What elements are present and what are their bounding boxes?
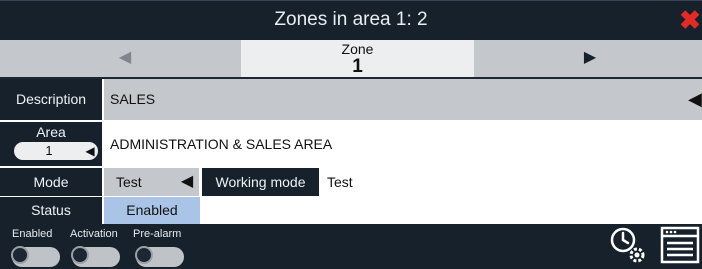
previous-arrow-icon[interactable]: ◀ <box>117 48 133 68</box>
description-field[interactable]: SALES <box>104 79 702 120</box>
window-title: Zones in area 1: 2 <box>274 9 428 30</box>
working-mode-label: Working mode <box>202 168 319 196</box>
activation-toggle[interactable] <box>71 246 120 267</box>
description-label: Description <box>15 91 87 107</box>
mode-label: Mode <box>33 174 69 190</box>
panel-window-icon[interactable] <box>660 226 700 264</box>
area-name: ADMINISTRATION & SALES AREA <box>110 136 333 152</box>
description-arrow-icon[interactable]: ◀ <box>688 88 702 110</box>
enabled-toggle[interactable] <box>11 246 60 267</box>
next-arrow-icon[interactable]: ▶ <box>582 48 598 68</box>
pre-alarm-toggle-label: Pre-alarm <box>133 228 182 240</box>
zone-label: Zone <box>341 41 374 57</box>
area-spinner-value[interactable]: 1 <box>14 142 84 160</box>
activation-toggle-label: Activation <box>70 228 118 240</box>
pre-alarm-toggle[interactable] <box>135 246 184 267</box>
area-spinner-arrow-icon[interactable]: ◀ <box>84 142 96 160</box>
close-icon[interactable]: ✖ <box>679 3 701 37</box>
enabled-toggle-label: Enabled <box>12 228 53 240</box>
zone-number: 1 <box>352 56 363 77</box>
status-button[interactable]: Enabled <box>104 197 200 224</box>
toggle-knob <box>135 246 153 264</box>
clock-settings-icon[interactable] <box>608 225 650 267</box>
toggle-knob <box>11 246 29 264</box>
status-label: Status <box>31 202 71 218</box>
working-mode-value: Test <box>327 174 353 190</box>
toggle-knob <box>71 246 89 264</box>
area-label: Area <box>36 124 66 140</box>
mode-arrow-icon[interactable]: ◀ <box>180 172 194 192</box>
